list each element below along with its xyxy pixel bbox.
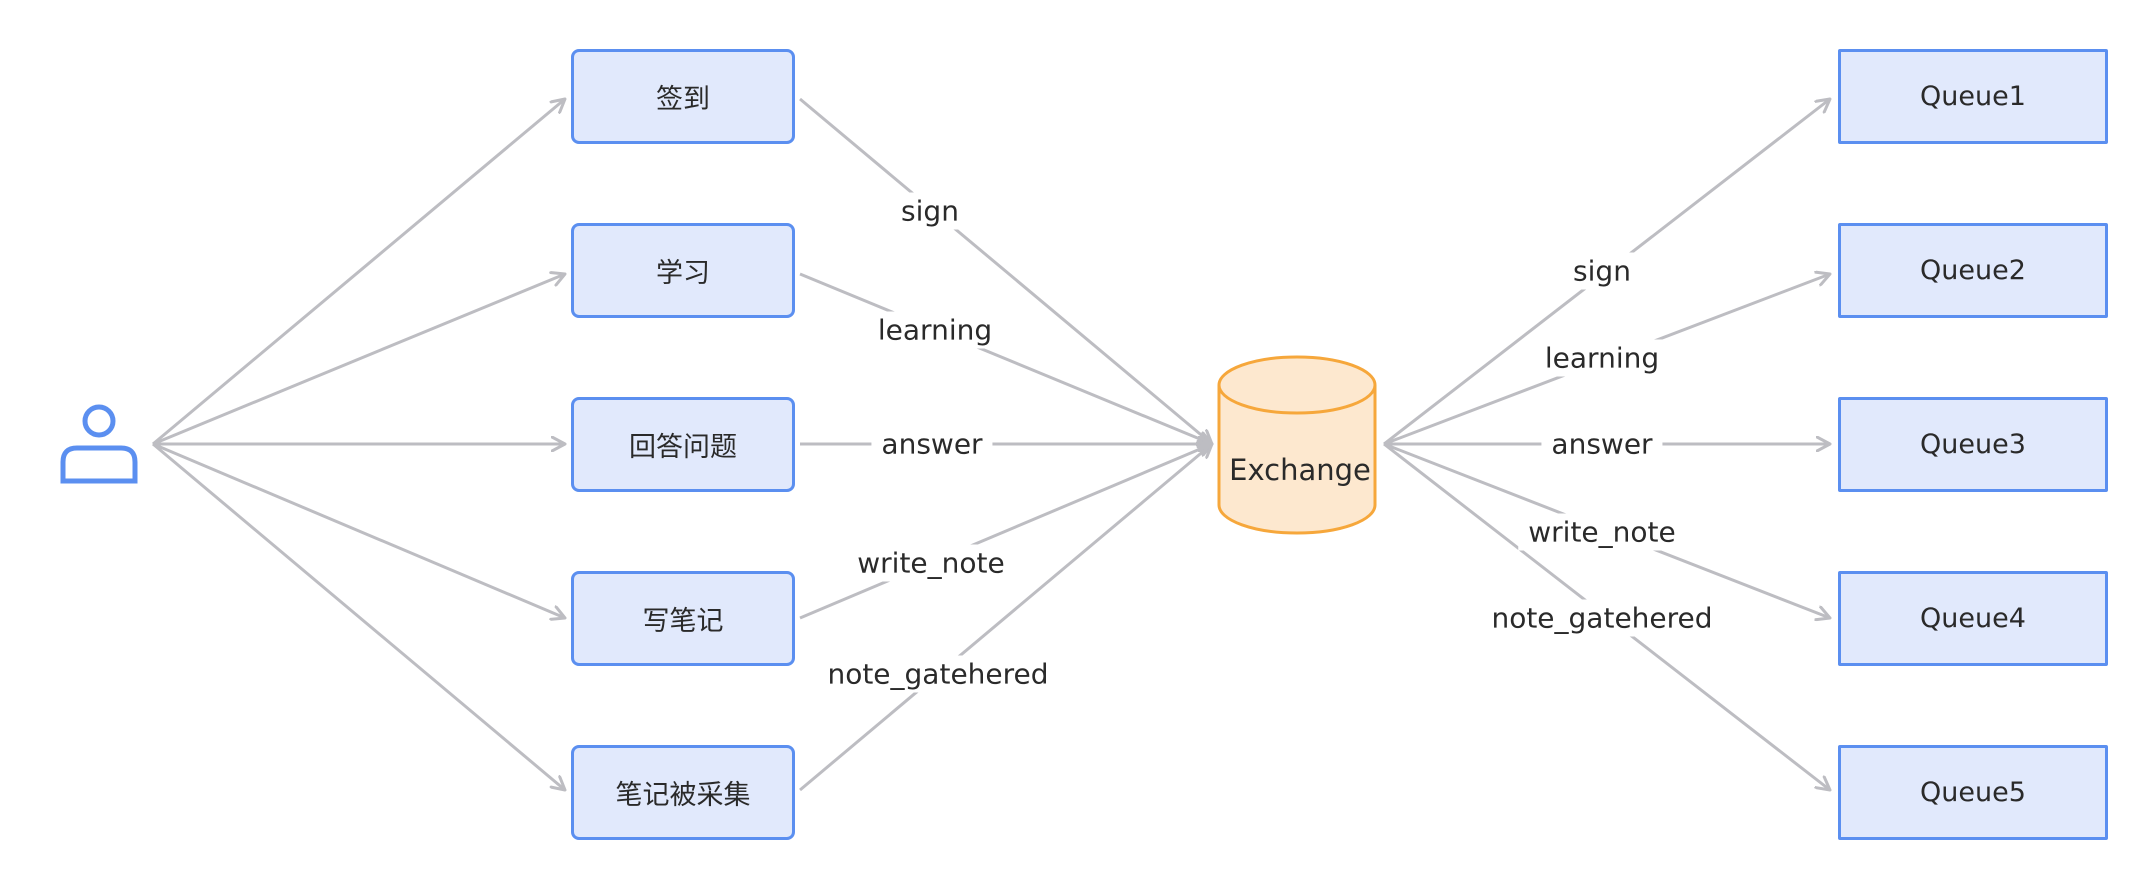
- queue-node-5[interactable]: Queue5: [1838, 745, 2108, 840]
- binding-key-label-2: learning: [1534, 339, 1670, 377]
- action-node-learning[interactable]: 学习: [571, 223, 795, 318]
- publish-key-label-4: write_note: [847, 544, 1015, 582]
- edge-user-to-action-5: [152, 442, 565, 790]
- edge-user-to-action-4: [152, 442, 565, 618]
- binding-key-label-1: sign: [1563, 252, 1641, 290]
- publish-key-label-1: sign: [891, 192, 969, 230]
- edge-action-4-to-exchange: [799, 444, 1212, 620]
- action-node-sign-in[interactable]: 签到: [571, 49, 795, 144]
- queue-node-4[interactable]: Queue4: [1838, 571, 2108, 666]
- exchange-cylinder: [1217, 355, 1377, 535]
- edge-user-to-action-1: [152, 99, 565, 446]
- binding-key-label-3: answer: [1541, 425, 1663, 463]
- exchange-label: Exchange: [1229, 453, 1371, 487]
- edge-action-1-to-exchange: [799, 97, 1212, 444]
- queue-node-3[interactable]: Queue3: [1838, 397, 2108, 492]
- publish-key-label-3: answer: [871, 425, 993, 463]
- edge-action-5-to-exchange: [799, 444, 1212, 792]
- edge-action-2-to-exchange: [799, 272, 1212, 444]
- diagram-canvas: [60, 0, 2144, 888]
- edge-user-to-action-2: [152, 274, 565, 446]
- action-node-write-note[interactable]: 写笔记: [571, 571, 795, 666]
- user-icon: [60, 404, 138, 484]
- action-node-answer[interactable]: 回答问题: [571, 397, 795, 492]
- binding-key-label-4: write_note: [1518, 513, 1686, 551]
- user-edges: [152, 99, 565, 790]
- queue-node-1[interactable]: Queue1: [1838, 49, 2108, 144]
- action-node-note-collected[interactable]: 笔记被采集: [571, 745, 795, 840]
- publish-key-label-5: note_gatehered: [817, 655, 1059, 693]
- publish-key-label-2: learning: [867, 311, 1003, 349]
- binding-key-label-5: note_gatehered: [1481, 599, 1723, 637]
- queue-node-2[interactable]: Queue2: [1838, 223, 2108, 318]
